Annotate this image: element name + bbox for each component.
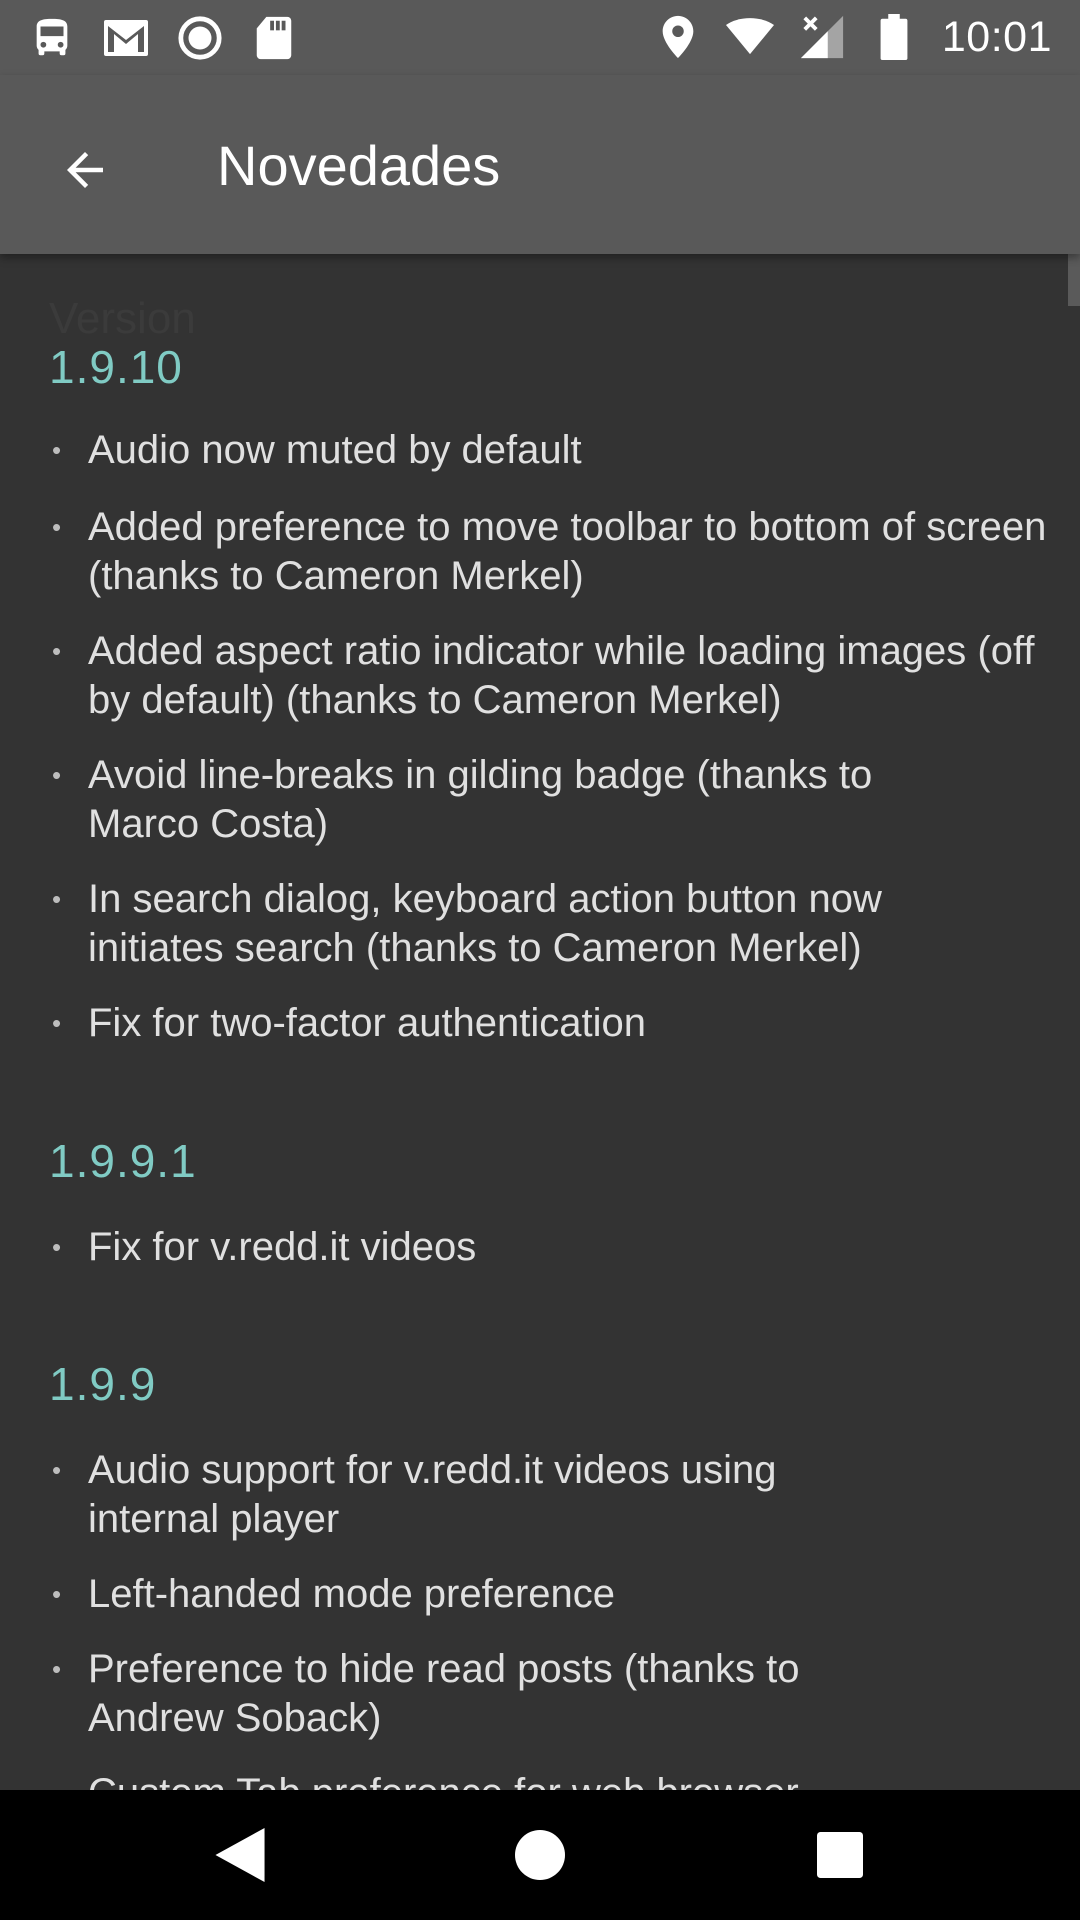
- scrollbar[interactable]: [1068, 254, 1080, 306]
- bullet-dot: •: [52, 1769, 82, 1790]
- bullet-dot: •: [52, 1579, 62, 1609]
- page-title: Novedades: [217, 134, 501, 197]
- back-button[interactable]: [40, 125, 130, 215]
- bullet-dot: •: [52, 435, 62, 465]
- circle-home-icon: [515, 1830, 565, 1880]
- bullet-dot: •: [52, 1455, 62, 1485]
- system-icons: 10:01: [654, 12, 1052, 62]
- arrow-back-icon: [67, 152, 103, 188]
- nav-back-button[interactable]: [175, 1790, 305, 1920]
- version-heading: 1.9.9.1: [49, 1135, 197, 1187]
- nav-home-button[interactable]: [475, 1790, 605, 1920]
- wifi-icon: [725, 13, 774, 61]
- clock: 10:01: [941, 12, 1052, 61]
- navigation-bar: [0, 1790, 1080, 1920]
- version-heading: 1.9.9: [49, 1358, 157, 1410]
- sd-card-icon: [250, 14, 298, 62]
- version-heading: 1.9.10: [49, 341, 183, 393]
- battery-icon: [870, 13, 918, 61]
- app-bar: Novedades: [0, 75, 1080, 254]
- bullet-dot: •: [52, 636, 62, 666]
- faded-header-label: Version: [49, 294, 196, 343]
- square-recents-icon: [817, 1832, 863, 1878]
- bullet-dot: •: [52, 884, 62, 914]
- bullet-dot: •: [52, 1232, 62, 1262]
- gmail-icon: [102, 14, 150, 62]
- bullet-dot: •: [52, 760, 62, 790]
- bullet-dot: •: [52, 512, 62, 542]
- bullet-dot: •: [52, 1008, 62, 1038]
- bullet-dot: •: [52, 1654, 62, 1684]
- signal-icon: [798, 13, 846, 61]
- status-bar: 10:01: [0, 0, 1080, 75]
- location-icon: [654, 13, 702, 61]
- record-icon: [176, 14, 224, 62]
- changelog-content[interactable]: Version 1.9.10 • Audio now muted by defa…: [0, 254, 1080, 1790]
- nav-recents-button[interactable]: [775, 1790, 905, 1920]
- bus-icon: [28, 14, 76, 62]
- notification-icons: [28, 14, 298, 62]
- triangle-back-icon: [215, 1828, 265, 1882]
